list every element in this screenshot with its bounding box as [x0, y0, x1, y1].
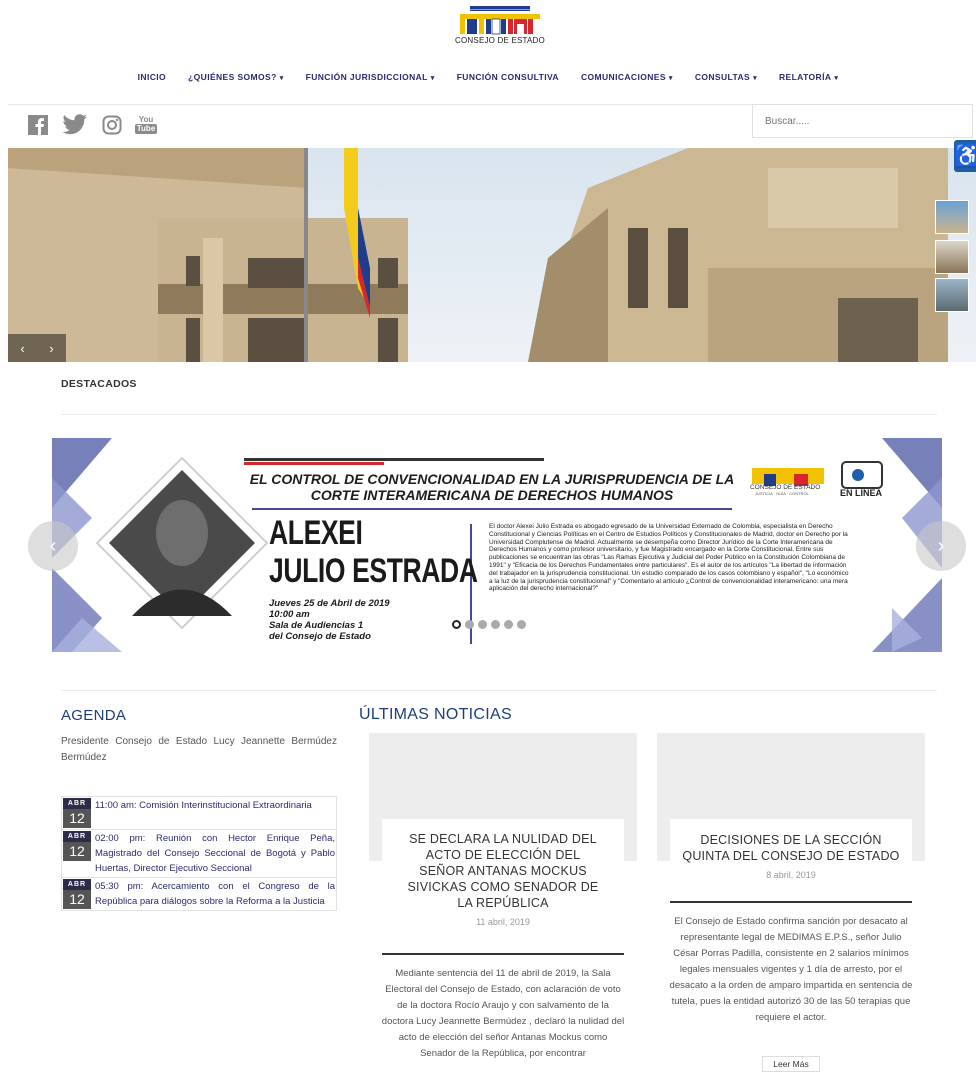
building-photo [8, 148, 976, 362]
divider [61, 414, 937, 415]
nav-item-0[interactable]: INICIO [138, 72, 166, 82]
event-time: 10:00 am [269, 609, 310, 620]
event-day: 12 [63, 890, 91, 909]
slider-dot[interactable] [465, 620, 474, 629]
slide-thumbnail[interactable] [935, 240, 969, 274]
youtube-text-bottom: Tube [134, 124, 158, 134]
nav-item-label: RELATORÍA [778, 72, 832, 82]
agenda-events: ABR 12 11:00 am: Comisión Interinstitucion… [61, 796, 337, 911]
nav-item-label: COMUNICACIONES [580, 72, 666, 82]
slider-dot[interactable] [517, 620, 526, 629]
online-label: EN LÍNEA [840, 488, 883, 498]
hero-slider[interactable] [8, 148, 976, 362]
nav-item-5[interactable]: CONSULTAS ▾ [695, 72, 757, 82]
accessibility-icon[interactable]: ♿ [954, 140, 976, 172]
news-card-2[interactable]: DECISIONES DE LA SECCIÓN QUINTA DEL CONS… [670, 819, 912, 880]
banner-logo-caption: CONSEJO DE ESTADO [750, 484, 821, 491]
nav-item-1[interactable]: ¿QUIÉNES SOMOS? ▾ [188, 72, 284, 82]
divider [61, 690, 937, 691]
slide-thumbnail[interactable] [935, 200, 969, 234]
read-more-button[interactable]: Leer Más [762, 1056, 820, 1072]
event-place-line1: Sala de Audiencias 1 [269, 620, 364, 631]
hero-next-button[interactable]: › [49, 341, 53, 356]
slider-dot[interactable] [452, 620, 461, 629]
chevron-down-icon: ▾ [668, 75, 673, 82]
nav-item-label: INICIO [137, 72, 167, 82]
news-summary: El Consejo de Estado confirma sanción po… [669, 916, 913, 1023]
speaker-bio: El doctor Alexei Julio Estrada es abogad… [489, 523, 849, 593]
chevron-down-icon: ▾ [430, 75, 435, 82]
event-month: ABR [63, 798, 91, 809]
consejo-logo-icon [460, 6, 540, 35]
nav-item-label: CONSULTAS [694, 72, 751, 82]
nav-item-label: FUNCIÓN CONSULTIVA [456, 72, 559, 82]
nav-item-label: ¿QUIÉNES SOMOS? [188, 72, 277, 82]
banner-title-line2: CORTE INTERAMERICANA DE DERECHOS HUMANOS [310, 487, 674, 503]
agenda-president: Presidente Consejo de Estado Lucy Jeanne… [61, 736, 337, 763]
youtube-text-top: You [138, 115, 154, 124]
event-date-badge: ABR 12 [63, 798, 91, 828]
event-place-line2: del Consejo de Estado [269, 631, 371, 642]
chevron-down-icon: ▾ [834, 75, 839, 82]
speaker-name-line2: JULIO ESTRADA [269, 552, 478, 590]
banner-title-line1: EL CONTROL DE CONVENCIONALIDAD EN LA JUR… [249, 471, 735, 487]
youtube-icon[interactable]: You Tube [134, 113, 158, 137]
news-headline[interactable]: DECISIONES DE LA SECCIÓN QUINTA DEL CONS… [670, 832, 912, 864]
divider [382, 953, 624, 955]
nav-item-6[interactable]: RELATORÍA ▾ [779, 72, 838, 82]
banner-next-button[interactable]: › [916, 521, 966, 571]
nav-item-4[interactable]: COMUNICACIONES ▾ [581, 72, 673, 82]
event-text[interactable]: 02:00 pm: Reunión con Hector Enrique Peñ… [93, 830, 336, 877]
event-date-badge: ABR 12 [63, 879, 91, 909]
slide-thumbnail[interactable] [935, 278, 969, 312]
news-headline[interactable]: SE DECLARA LA NULIDAD DEL ACTO DE ELECCI… [382, 831, 624, 911]
slider-dot[interactable] [491, 620, 500, 629]
nav-item-2[interactable]: FUNCIÓN JURISDICCIONAL ▾ [306, 72, 435, 82]
chevron-down-icon: ▾ [753, 75, 757, 82]
event-month: ABR [63, 831, 91, 842]
banner-prev-button[interactable]: ‹ [28, 521, 78, 571]
facebook-icon[interactable] [27, 113, 49, 137]
hero-controls: ‹ › [8, 334, 66, 362]
instagram-icon[interactable] [101, 113, 123, 137]
agenda-event[interactable]: ABR 12 02:00 pm: Reunión con Hector Enriqu… [62, 830, 336, 878]
event-month: ABR [63, 879, 91, 890]
news-date: 11 abril, 2019 [476, 917, 530, 927]
event-date: Jueves 25 de Abril de 2019 [269, 598, 390, 609]
news-title: ÚLTIMAS NOTICIAS [359, 706, 512, 723]
slider-dots [452, 620, 526, 629]
news-date: 8 abril, 2019 [766, 870, 816, 880]
search-input[interactable] [752, 104, 973, 138]
chevron-down-icon: ▾ [279, 75, 284, 82]
event-text[interactable]: 05:30 pm: Acercamiento con el Congreso d… [93, 878, 336, 910]
twitter-icon[interactable] [61, 113, 89, 137]
logo-caption: CONSEJO DE ESTADO [455, 36, 545, 45]
event-day: 12 [63, 809, 91, 828]
site-logo[interactable]: CONSEJO DE ESTADO [450, 6, 550, 46]
event-text[interactable]: 11:00 am: Comisión Interinstitucional Ex… [93, 797, 336, 829]
hero-prev-button[interactable]: ‹ [20, 341, 24, 356]
banner-logo-sub: JUSTICIA · GUÍA · CONTROL [755, 491, 809, 496]
nav-item-label: FUNCIÓN JURISDICCIONAL [305, 72, 428, 82]
nav-item-3[interactable]: FUNCIÓN CONSULTIVA [457, 72, 559, 82]
agenda-title: AGENDA [61, 707, 127, 724]
news-card-1[interactable]: SE DECLARA LA NULIDAD DEL ACTO DE ELECCI… [382, 819, 624, 927]
event-date-badge: ABR 12 [63, 831, 91, 861]
speaker-name-line1: ALEXEI [269, 514, 363, 552]
slider-dot[interactable] [504, 620, 513, 629]
slider-dot[interactable] [478, 620, 487, 629]
agenda-event[interactable]: ABR 12 05:30 pm: Acercamiento con el Congr… [62, 878, 336, 910]
main-nav: INICIO ¿QUIÉNES SOMOS? ▾ FUNCIÓN JURISDICCI… [0, 72, 976, 88]
agenda-event[interactable]: ABR 12 11:00 am: Comisión Interinstitucion… [62, 797, 336, 830]
news-summary: Mediante sentencia del 11 de abril de 20… [381, 968, 625, 1059]
divider [670, 901, 912, 903]
section-heading-destacados: DESTACADOS [61, 378, 137, 390]
event-day: 12 [63, 842, 91, 861]
